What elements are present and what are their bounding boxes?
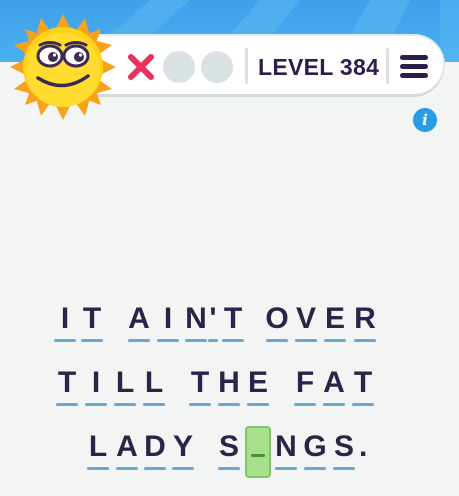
letter-tile[interactable]: D [143, 430, 167, 470]
life-circle-icon [201, 51, 233, 83]
hamburger-icon [400, 55, 428, 60]
letter-tile[interactable]: S [217, 430, 241, 470]
period-mark: . [359, 430, 368, 463]
letter-tile[interactable]: S [332, 430, 356, 470]
life-circle-icon [163, 51, 195, 83]
sun-mascot-icon [10, 14, 116, 120]
letter-tile[interactable]: A [115, 430, 139, 470]
letter-tile[interactable]: R [353, 302, 377, 342]
letter-tile[interactable]: A [322, 366, 346, 406]
letter-tile[interactable]: I [156, 302, 180, 342]
active-letter-cell[interactable] [245, 426, 271, 478]
apostrophe: ' [207, 302, 219, 342]
letter-tile[interactable]: I [84, 366, 108, 406]
letter-tile[interactable]: T [351, 366, 375, 406]
letter-tile[interactable]: A [127, 302, 151, 342]
letter-tile[interactable]: O [265, 302, 289, 342]
mistake-x-icon [128, 54, 154, 80]
letter-tile[interactable]: T [221, 302, 245, 342]
letter-tile[interactable]: F [293, 366, 317, 406]
divider [245, 48, 248, 84]
letter-tile[interactable]: V [294, 302, 318, 342]
info-button[interactable]: i [413, 108, 437, 132]
letter-tile[interactable]: G [303, 430, 327, 470]
letter-tile[interactable]: L [86, 430, 110, 470]
letter-tile[interactable]: L [113, 366, 137, 406]
letter-tile[interactable]: N [184, 302, 208, 342]
letter-tile[interactable]: Y [171, 430, 195, 470]
letter-tile[interactable]: T [80, 302, 104, 342]
letter-tile[interactable]: I [53, 302, 77, 342]
letter-tile[interactable]: N [274, 430, 298, 470]
menu-button[interactable] [398, 51, 430, 83]
level-label: LEVEL 384 [258, 54, 380, 80]
hamburger-icon [400, 73, 428, 78]
letter-tile[interactable]: E [323, 302, 347, 342]
hamburger-icon [400, 64, 428, 69]
letter-tile[interactable]: E [246, 366, 270, 406]
letter-tile[interactable]: L [142, 366, 166, 406]
letter-tile[interactable]: T [188, 366, 212, 406]
divider [386, 48, 389, 84]
letter-tile[interactable]: H [217, 366, 241, 406]
letter-tile[interactable]: T [55, 366, 79, 406]
